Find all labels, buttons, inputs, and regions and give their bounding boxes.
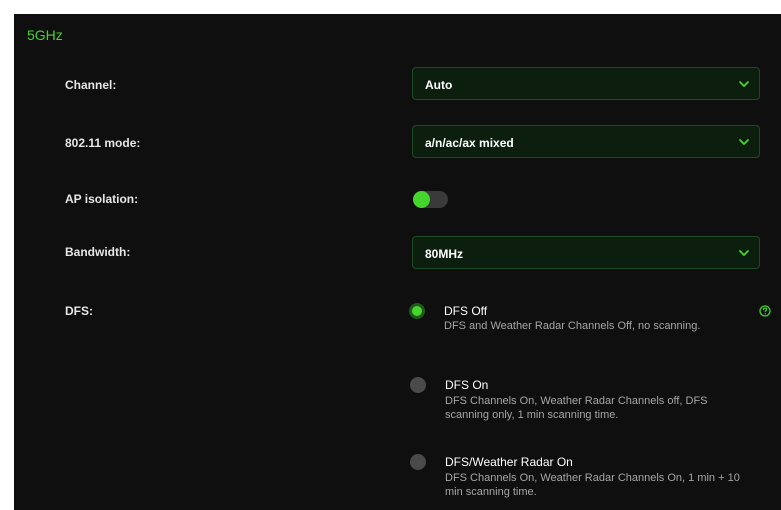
help-circle-icon[interactable] (759, 305, 771, 317)
mode-value: a/n/ac/ax mixed (425, 136, 514, 150)
chevron-down-icon (739, 250, 749, 256)
dfs-off-desc: DFS and Weather Radar Channels Off, no s… (444, 320, 701, 332)
chevron-down-icon (739, 139, 749, 145)
mode-select[interactable]: a/n/ac/ax mixed (412, 125, 760, 158)
ap-isolation-toggle[interactable] (413, 191, 448, 208)
dfs-on-radio[interactable] (410, 377, 426, 393)
dfs-weather-radar-on-title: DFS/Weather Radar On (445, 455, 573, 469)
bandwidth-label: Bandwidth: (65, 245, 131, 259)
channel-value: Auto (425, 78, 453, 92)
channel-select[interactable]: Auto (412, 67, 760, 100)
section-title: 5GHz (27, 27, 63, 43)
dfs-off-radio[interactable] (409, 303, 425, 319)
dfs-on-desc: DFS Channels On, Weather Radar Channels … (445, 395, 708, 421)
dfs-weather-radar-on-radio[interactable] (410, 454, 426, 470)
toggle-knob (413, 191, 430, 208)
bandwidth-select[interactable]: 80MHz (412, 236, 760, 269)
dfs-off-title: DFS Off (444, 304, 488, 318)
wifi-5ghz-panel: 5GHz Channel: Auto 802.11 mode: a/n/ac/a… (14, 14, 781, 510)
channel-label: Channel: (65, 78, 117, 92)
dfs-on-title: DFS On (445, 378, 489, 392)
chevron-down-icon (739, 81, 749, 87)
ap-isolation-label: AP isolation: (65, 192, 139, 206)
mode-label: 802.11 mode: (65, 136, 141, 150)
dfs-label: DFS: (65, 304, 93, 318)
dfs-weather-radar-on-desc: DFS Channels On, Weather Radar Channels … (445, 472, 740, 498)
bandwidth-value: 80MHz (425, 247, 464, 261)
